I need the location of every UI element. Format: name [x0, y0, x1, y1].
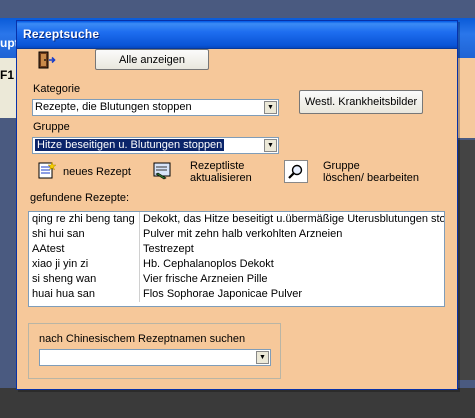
recipe-description: Testrezept: [143, 243, 194, 255]
exit-button[interactable]: [34, 49, 58, 71]
column-divider: [139, 287, 140, 302]
recipe-description: Flos Sophorae Japonicae Pulver: [143, 288, 302, 300]
recipe-list[interactable]: qing re zhi beng tang Dekokt, das Hitze b…: [28, 211, 445, 307]
found-recipes-label: gefundene Rezepte:: [30, 192, 130, 204]
dialog-titlebar[interactable]: Rezeptsuche: [17, 21, 457, 49]
recipe-name: xiao ji yin zi: [32, 258, 89, 270]
category-label: Kategorie: [33, 83, 81, 95]
exit-door-icon: [38, 51, 56, 69]
group-label: Gruppe: [33, 121, 70, 133]
column-divider: [139, 212, 140, 227]
refresh-list-button[interactable]: [150, 159, 176, 183]
recipe-name: huai hua san: [32, 288, 95, 300]
refresh-list-label-line2[interactable]: aktualisieren: [190, 172, 252, 184]
show-all-button[interactable]: Alle anzeigen: [95, 49, 209, 70]
table-row[interactable]: AAtest Testrezept: [29, 242, 444, 257]
group-edit-label-line2[interactable]: löschen/ bearbeiten: [323, 172, 419, 184]
table-row[interactable]: huai hua san Flos Sophorae Japonicae Pulv…: [29, 287, 444, 302]
group-select[interactable]: Hitze beseitigen u. Blutungen stoppen ▼: [32, 137, 279, 154]
recipe-name: AAtest: [32, 243, 65, 255]
western-diseases-button[interactable]: Westl. Krankheitsbilder: [299, 90, 423, 114]
magnifier-icon: [288, 164, 303, 179]
table-row[interactable]: xiao ji yin zi Hb. Cephalanoplos Dekokt: [29, 257, 444, 272]
chinese-name-search-group: nach Chinesischem Rezeptnamen suchen ▼: [28, 323, 281, 379]
parent-window-label: F1: [0, 68, 15, 82]
category-select[interactable]: Rezepte, die Blutungen stoppen ▼: [32, 99, 279, 116]
chinese-name-search-select[interactable]: ▼: [39, 349, 271, 366]
column-divider: [139, 227, 140, 242]
chevron-down-icon[interactable]: ▼: [264, 139, 277, 152]
table-row[interactable]: si sheng wan Vier frische Arzneien Pille: [29, 272, 444, 287]
group-edit-button[interactable]: [284, 160, 308, 183]
chevron-down-icon[interactable]: ▼: [256, 351, 269, 364]
recipe-description: Dekokt, das Hitze beseitigt u.übermäßige…: [143, 213, 445, 225]
recipe-description: Vier frische Arzneien Pille: [143, 273, 268, 285]
category-select-value: Rezepte, die Blutungen stoppen: [35, 101, 192, 113]
chinese-name-search-label: nach Chinesischem Rezeptnamen suchen: [39, 333, 246, 345]
group-select-value: Hitze beseitigen u. Blutungen stoppen: [35, 139, 225, 151]
refresh-list-label-line1[interactable]: Rezeptliste: [190, 160, 244, 172]
parent-window-panel: [455, 58, 475, 138]
dialog-title: Rezeptsuche: [23, 27, 100, 41]
recipe-search-dialog: Rezeptsuche Alle anzeigen Kategorie Reze…: [16, 20, 458, 390]
recipe-description: Pulver mit zehn halb verkohlten Arzneien: [143, 228, 343, 240]
taskbar-area: [0, 388, 475, 418]
group-edit-label-line1[interactable]: Gruppe: [323, 160, 360, 172]
column-divider: [139, 242, 140, 257]
parent-window-edge: [457, 140, 475, 380]
column-divider: [139, 257, 140, 272]
new-recipe-label[interactable]: neues Rezept: [63, 166, 131, 178]
new-recipe-button[interactable]: [34, 159, 60, 183]
recipe-name: shi hui san: [32, 228, 85, 240]
table-row[interactable]: shi hui san Pulver mit zehn halb verkohlt…: [29, 227, 444, 242]
recipe-name: si sheng wan: [32, 273, 97, 285]
column-divider: [139, 272, 140, 287]
new-document-icon: [38, 161, 57, 179]
recipe-name: qing re zhi beng tang: [32, 213, 135, 225]
table-row[interactable]: qing re zhi beng tang Dekokt, das Hitze b…: [29, 212, 444, 227]
chevron-down-icon[interactable]: ▼: [264, 101, 277, 114]
refresh-list-icon: [153, 162, 171, 180]
recipe-description: Hb. Cephalanoplos Dekokt: [143, 258, 274, 270]
